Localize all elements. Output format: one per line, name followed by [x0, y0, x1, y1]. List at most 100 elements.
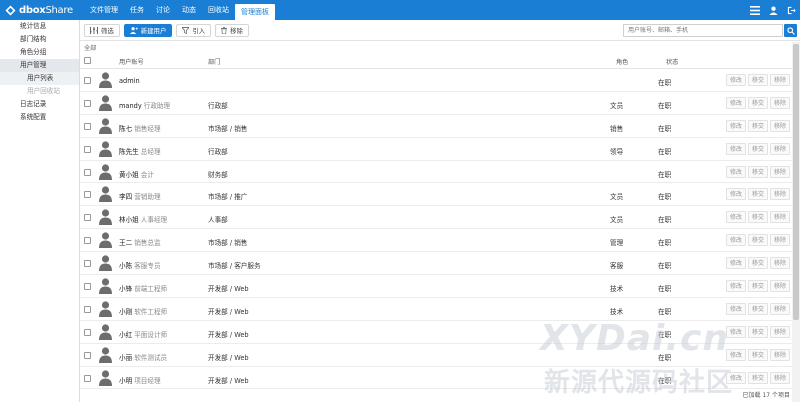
table-row[interactable]: mandy 行政助理 行政部 文员 在职 修改 移交 移除 [80, 92, 792, 115]
user-name[interactable]: 小丽 软件测试员 [119, 352, 167, 362]
row-remove-button[interactable]: 移除 [769, 165, 790, 178]
user-name[interactable]: 陈七 销售经理 [119, 123, 161, 133]
user-name[interactable]: admin [119, 77, 140, 85]
header-status[interactable]: 状态 [666, 57, 678, 66]
table-row[interactable]: 小刚 软件工程师 开发部 / Web 技术 在职 修改 移交 移除 [80, 298, 792, 321]
sidebar-item-departments[interactable]: 部门结构 [0, 33, 79, 46]
table-row[interactable]: 黄小姐 会计 财务部 在职 修改 移交 移除 [80, 161, 792, 184]
menu-icon[interactable] [750, 5, 760, 15]
table-row[interactable]: 陈先生 总经理 行政部 领导 在职 修改 移交 移除 [80, 138, 792, 161]
table-row[interactable]: 小陈 客服专员 市场部 / 客户服务 客服 在职 修改 移交 移除 [80, 252, 792, 276]
edit-button[interactable]: 修改 [725, 348, 746, 361]
transfer-button[interactable]: 移交 [747, 302, 768, 315]
row-remove-button[interactable]: 移除 [769, 142, 790, 155]
edit-button[interactable]: 修改 [725, 188, 746, 201]
sidebar-item-system-config[interactable]: 系统配置 [0, 111, 79, 124]
filter-button[interactable]: 筛选 [84, 23, 120, 37]
header-user[interactable]: 用户账号 [119, 57, 144, 66]
header-dept[interactable]: 部门 [208, 57, 220, 66]
tab-discussion[interactable]: 讨论 [150, 0, 176, 20]
row-checkbox[interactable] [84, 260, 91, 268]
sidebar-item-statistics[interactable]: 统计信息 [0, 20, 79, 33]
edit-button[interactable]: 修改 [725, 119, 746, 132]
tab-files[interactable]: 文件管理 [84, 0, 124, 20]
transfer-button[interactable]: 移交 [747, 211, 768, 224]
edit-button[interactable]: 修改 [725, 96, 746, 109]
row-remove-button[interactable]: 移除 [769, 257, 790, 270]
edit-button[interactable]: 修改 [725, 257, 746, 270]
row-remove-button[interactable]: 移除 [769, 74, 790, 86]
sidebar-sub-user-recycle[interactable]: 用户回收站 [0, 85, 79, 98]
transfer-button[interactable]: 移交 [747, 234, 768, 247]
row-checkbox[interactable] [84, 305, 91, 313]
row-checkbox[interactable] [84, 77, 91, 84]
row-remove-button[interactable]: 移除 [769, 188, 790, 201]
row-remove-button[interactable]: 移除 [769, 96, 790, 109]
tab-activity[interactable]: 动态 [176, 0, 202, 20]
table-row[interactable]: 小丽 软件测试员 开发部 / Web 在职 修改 移交 移除 [80, 344, 792, 367]
user-name[interactable]: mandy 行政助理 [119, 100, 170, 110]
transfer-button[interactable]: 移交 [747, 119, 768, 132]
transfer-button[interactable]: 移交 [747, 325, 768, 338]
table-row[interactable]: 李四 营销助理 市场部 / 推广 文员 在职 修改 移交 移除 [80, 183, 792, 207]
edit-button[interactable]: 修改 [725, 280, 746, 293]
tab-recycle-bin[interactable]: 回收站 [202, 0, 235, 20]
row-remove-button[interactable]: 移除 [769, 119, 790, 132]
logout-icon[interactable] [786, 5, 796, 15]
sidebar-item-roles[interactable]: 角色分组 [0, 46, 79, 59]
new-user-button[interactable]: 新建用户 [123, 23, 173, 37]
edit-button[interactable]: 修改 [725, 371, 746, 384]
row-checkbox[interactable] [84, 374, 91, 382]
row-remove-button[interactable]: 移除 [769, 234, 790, 247]
tab-tasks[interactable]: 任务 [124, 0, 150, 20]
row-checkbox[interactable] [84, 237, 91, 245]
user-name[interactable]: 林小姐 人事经理 [119, 214, 167, 224]
sidebar-sub-user-list[interactable]: 用户列表 [0, 72, 79, 85]
sidebar-item-logs[interactable]: 日志记录 [0, 98, 79, 111]
row-checkbox[interactable] [84, 351, 91, 359]
table-row[interactable]: 小红 平面设计师 开发部 / Web 在职 修改 移交 移除 [80, 321, 792, 344]
transfer-button[interactable]: 移交 [747, 74, 768, 86]
user-name[interactable]: 陈先生 总经理 [119, 146, 161, 156]
edit-button[interactable]: 修改 [725, 302, 746, 315]
table-row[interactable]: 林小姐 人事经理 人事部 文员 在职 修改 移交 移除 [80, 206, 792, 230]
row-checkbox[interactable] [84, 145, 91, 153]
import-button[interactable]: 引入 [176, 23, 212, 37]
row-remove-button[interactable]: 移除 [769, 302, 790, 315]
edit-button[interactable]: 修改 [725, 74, 746, 86]
table-row[interactable]: 陈七 销售经理 市场部 / 销售 销售 在职 修改 移交 移除 [80, 115, 792, 138]
row-checkbox[interactable] [84, 283, 91, 291]
row-remove-button[interactable]: 移除 [769, 325, 790, 338]
row-checkbox[interactable] [84, 328, 91, 336]
remove-button[interactable]: 移除 [215, 23, 249, 37]
user-name[interactable]: 小红 平面设计师 [119, 329, 167, 339]
transfer-button[interactable]: 移交 [747, 280, 768, 293]
scrollbar-thumb[interactable] [793, 44, 799, 320]
edit-button[interactable]: 修改 [725, 211, 746, 224]
table-row[interactable]: 小明 项目经理 开发部 / Web 在职 修改 移交 移除 [80, 367, 792, 390]
transfer-button[interactable]: 移交 [747, 257, 768, 270]
select-all-checkbox[interactable] [84, 57, 91, 64]
table-row[interactable]: 小锋 前端工程师 开发部 / Web 技术 在职 修改 移交 移除 [80, 275, 792, 298]
header-role[interactable]: 角色 [616, 57, 628, 66]
transfer-button[interactable]: 移交 [747, 348, 768, 361]
row-remove-button[interactable]: 移除 [769, 348, 790, 361]
user-name[interactable]: 小陈 客服专员 [119, 260, 161, 270]
row-checkbox[interactable] [84, 122, 91, 130]
user-icon[interactable] [768, 5, 778, 15]
edit-button[interactable]: 修改 [725, 234, 746, 247]
search-button[interactable] [784, 24, 797, 37]
row-checkbox[interactable] [84, 168, 91, 176]
edit-button[interactable]: 修改 [725, 142, 746, 155]
transfer-button[interactable]: 移交 [747, 165, 768, 178]
edit-button[interactable]: 修改 [725, 325, 746, 338]
table-row[interactable]: admin 在职 修改 移交 移除 [80, 69, 792, 92]
row-remove-button[interactable]: 移除 [769, 280, 790, 293]
search-input[interactable] [623, 24, 783, 37]
user-name[interactable]: 小锋 前端工程师 [119, 283, 167, 293]
user-name[interactable]: 李四 营销助理 [119, 191, 161, 201]
user-name[interactable]: 黄小姐 会计 [119, 169, 154, 179]
row-checkbox[interactable] [84, 99, 91, 107]
transfer-button[interactable]: 移交 [747, 371, 768, 384]
brand-logo[interactable]: dboxShare [0, 0, 84, 20]
